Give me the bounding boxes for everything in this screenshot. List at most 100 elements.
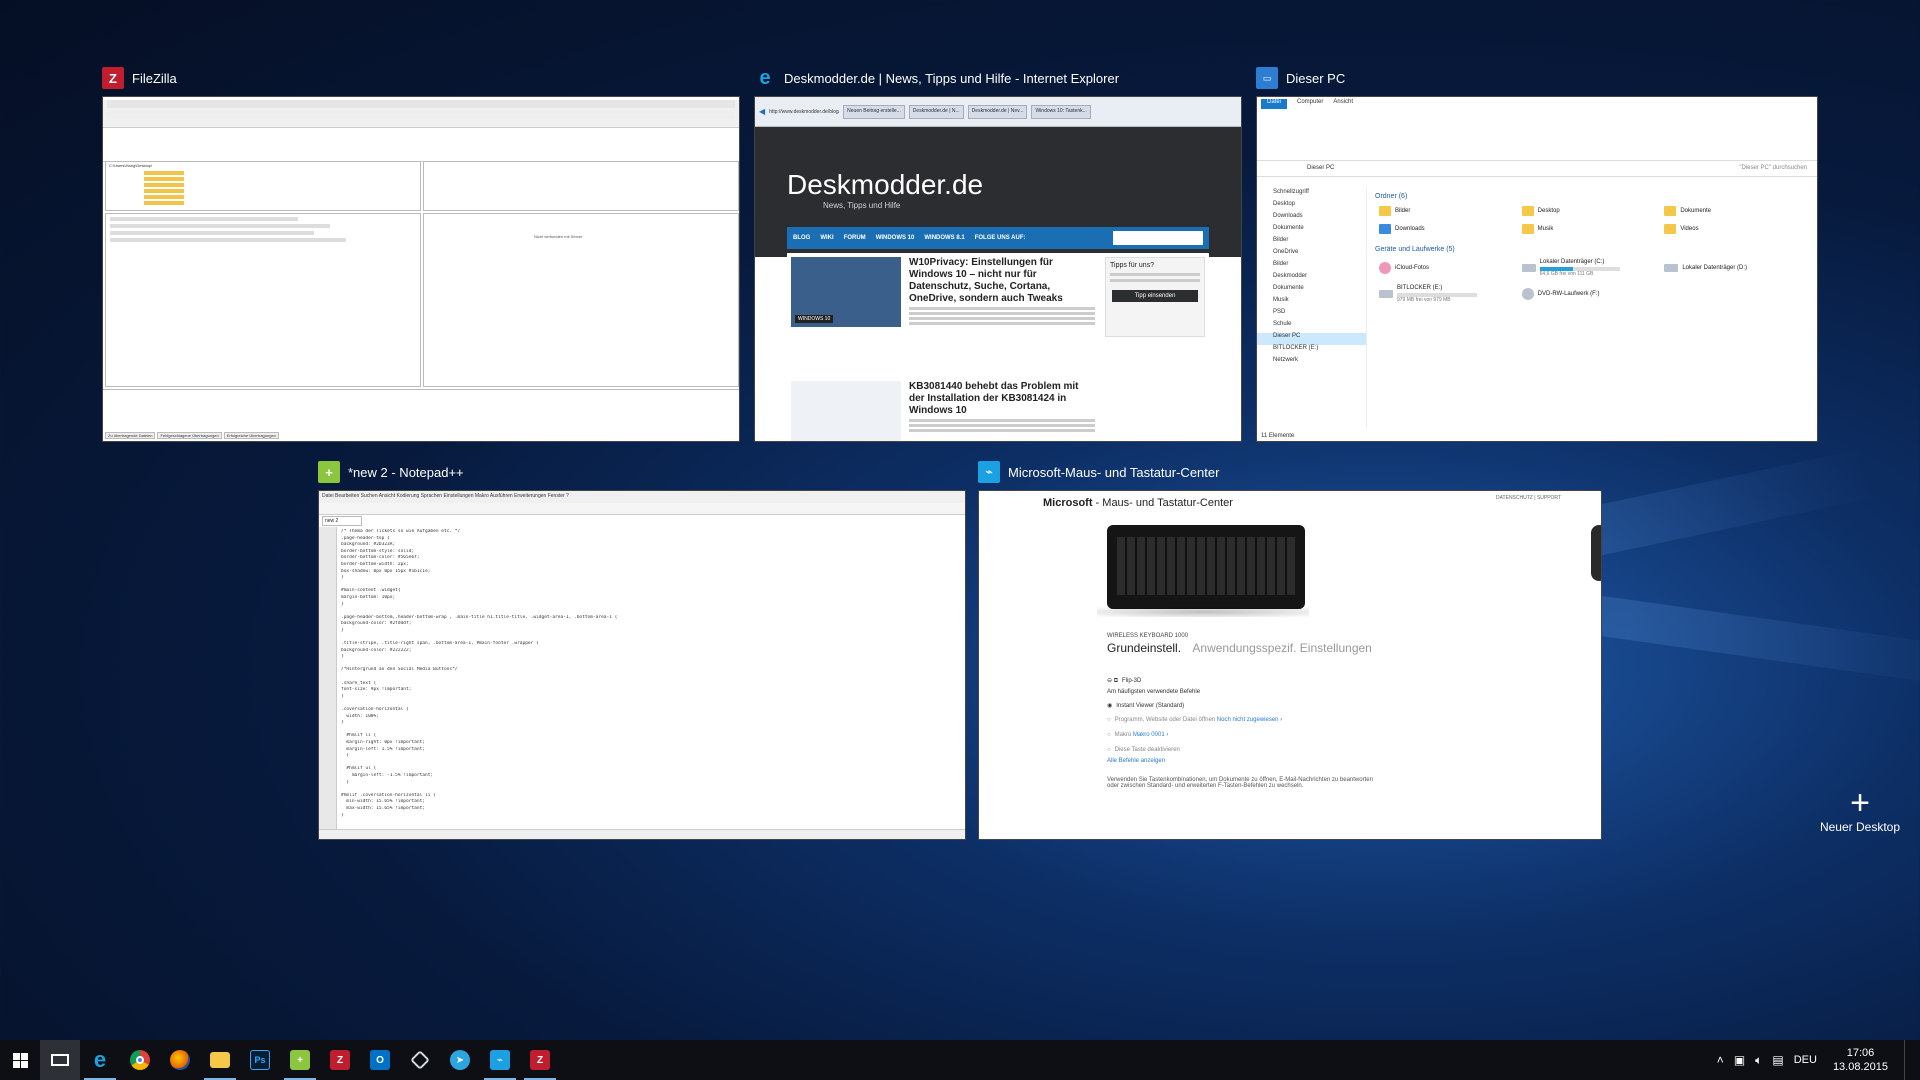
remote-file-list[interactable]: Nicht verbunden mit Server bbox=[423, 213, 739, 387]
ie-address-bar[interactable]: ◀ http://www.deskmodder.de/blog/ Neuen B… bbox=[755, 97, 1241, 127]
nav-item[interactable]: WINDOWS 10 bbox=[876, 235, 915, 241]
input-language[interactable]: DEU bbox=[1794, 1054, 1817, 1066]
option-open-program[interactable]: ○ Programm, Website oder Datei öffnen Noc… bbox=[1107, 717, 1282, 723]
new-desktop-button[interactable]: + Neuer Desktop bbox=[1810, 786, 1910, 834]
taskbar-chrome[interactable] bbox=[120, 1040, 160, 1080]
nav-item[interactable]: BLOG bbox=[793, 235, 810, 241]
toolbar[interactable] bbox=[319, 503, 965, 515]
drive-item[interactable]: Lokaler Datenträger (C:) 64,6 GB frei vo… bbox=[1521, 259, 1665, 277]
start-button[interactable] bbox=[0, 1040, 40, 1080]
queue-tab[interactable]: Erfolgreiche Übertragungen bbox=[223, 432, 279, 439]
drive-item[interactable]: Lokaler Datenträger (D:) bbox=[1664, 259, 1807, 277]
nav-item[interactable]: Dokumente bbox=[1257, 285, 1366, 297]
queue-tab[interactable]: Fehlgeschlagene Übertragungen bbox=[157, 432, 222, 439]
back-icon[interactable]: ◀ bbox=[759, 107, 765, 116]
nav-item[interactable]: Desktop bbox=[1257, 201, 1366, 213]
nav-item[interactable]: OneDrive bbox=[1257, 249, 1366, 261]
folder-item[interactable]: Dokumente bbox=[1664, 206, 1807, 216]
nav-item[interactable]: Downloads bbox=[1257, 213, 1366, 225]
folder-item[interactable]: Desktop bbox=[1521, 206, 1665, 216]
nav-item[interactable]: Dokumente bbox=[1257, 225, 1366, 237]
network-icon[interactable]: ▣ bbox=[1734, 1053, 1745, 1067]
option-macro[interactable]: ○ Makro Makro 0001 › bbox=[1107, 732, 1168, 738]
nav-item[interactable]: Schule bbox=[1257, 321, 1366, 333]
option-instant-viewer[interactable]: ◉ Instant Viewer (Standard) bbox=[1107, 702, 1184, 709]
nav-item[interactable]: PSD bbox=[1257, 309, 1366, 321]
local-tree-pane[interactable]: C:\Users\Hang\Desktop\ bbox=[105, 161, 421, 211]
taskbar-mouse-keyboard-center[interactable]: ⌁ bbox=[480, 1040, 520, 1080]
remote-tree-pane[interactable] bbox=[423, 161, 739, 211]
show-all-commands-link[interactable]: Alle Befehle anzeigen bbox=[1107, 758, 1165, 764]
folder-item[interactable]: Musik bbox=[1521, 224, 1665, 234]
folder-item[interactable]: Videos bbox=[1664, 224, 1807, 234]
nav-item[interactable]: FORUM bbox=[844, 235, 866, 241]
nav-item[interactable]: FOLGE UNS AUF: bbox=[975, 235, 1026, 241]
article-title[interactable]: W10Privacy: Einstellungen für Windows 10… bbox=[909, 257, 1095, 305]
article-title[interactable]: KB3081440 behebt das Problem mit der Ins… bbox=[909, 381, 1095, 417]
nav-item[interactable]: WIKI bbox=[820, 235, 833, 241]
drive-item[interactable]: BITLOCKER (E:) 979 MB frei von 979 MB bbox=[1379, 285, 1522, 303]
browser-tab[interactable]: Deskmodder.de | Nev... bbox=[967, 104, 1028, 119]
folder-item[interactable]: Bilder bbox=[1379, 206, 1522, 216]
task-view-button[interactable] bbox=[40, 1040, 80, 1080]
queue-tab[interactable]: Zu übertragende Dateien bbox=[105, 432, 156, 439]
code-editor[interactable]: /* Thema der Tickets so wie Aufgaben etc… bbox=[319, 527, 965, 829]
volume-icon[interactable]: 🔈︎ bbox=[1755, 1053, 1762, 1068]
nav-item[interactable]: Schnellzugriff bbox=[1257, 189, 1366, 201]
ribbon-tab[interactable]: Datei bbox=[1261, 99, 1288, 109]
taskbar-filezilla[interactable]: Z bbox=[320, 1040, 360, 1080]
nav-item[interactable]: Musik bbox=[1257, 297, 1366, 309]
nav-item[interactable]: Netzwerk bbox=[1257, 357, 1366, 369]
mouse-image[interactable] bbox=[1591, 525, 1601, 581]
group-header[interactable]: Geräte und Laufwerke (5) bbox=[1375, 246, 1811, 253]
taskbar-notepad-plus-plus[interactable]: + bbox=[280, 1040, 320, 1080]
taskbar-telegram[interactable]: ➤ bbox=[440, 1040, 480, 1080]
chevron-up-icon[interactable]: ˄ bbox=[1717, 1053, 1724, 1067]
window-thumbnail-filezilla[interactable]: Z FileZilla C:\Users\Hang\Desktop\ Nicht… bbox=[102, 67, 740, 442]
taskbar-virtualbox[interactable] bbox=[400, 1040, 440, 1080]
nav-item[interactable]: Bilder bbox=[1257, 261, 1366, 273]
taskbar-internet-explorer[interactable]: e bbox=[80, 1040, 120, 1080]
browser-tab[interactable]: Windows 10: Tastenk... bbox=[1031, 104, 1091, 119]
nav-item-selected[interactable]: Dieser PC bbox=[1257, 333, 1366, 345]
drive-item[interactable]: DVD-RW-Laufwerk (F:) bbox=[1521, 285, 1665, 303]
taskbar-filezilla-2[interactable]: Z bbox=[520, 1040, 560, 1080]
article-image[interactable]: WINDOWS 10 bbox=[791, 257, 901, 327]
tab-basic-settings[interactable]: Grundeinstell. bbox=[1107, 641, 1181, 655]
menu-bar[interactable]: Datei Bearbeiten Suchen Ansicht Kodierun… bbox=[319, 491, 965, 503]
site-logo[interactable]: Deskmodder.de bbox=[787, 169, 983, 201]
ribbon-tab[interactable]: Computer bbox=[1297, 99, 1323, 109]
browser-tab[interactable]: Deskmodder.de | N... bbox=[908, 104, 964, 119]
address-field[interactable]: http://www.deskmodder.de/blog/ bbox=[769, 109, 839, 115]
window-thumbnail-notepad-plus-plus[interactable]: + *new 2 - Notepad++ Datei Bearbeiten Su… bbox=[318, 461, 966, 840]
editor-tab[interactable]: new 2 bbox=[322, 516, 362, 526]
option-disable-key[interactable]: ○ Diese Taste deaktivieren bbox=[1107, 747, 1180, 753]
folder-item[interactable]: Downloads bbox=[1379, 224, 1522, 234]
top-links[interactable]: DATENSCHUTZ | SUPPORT bbox=[1496, 495, 1561, 501]
tab-app-specific-settings[interactable]: Anwendungsspezif. Einstellungen bbox=[1192, 641, 1371, 655]
drive-item[interactable]: iCloud-Fotos bbox=[1379, 259, 1522, 277]
taskbar-outlook[interactable]: O bbox=[360, 1040, 400, 1080]
taskbar-file-explorer[interactable] bbox=[200, 1040, 240, 1080]
key-row[interactable]: ⊖ ⧉ Flip-3D bbox=[1107, 677, 1141, 685]
window-thumbnail-internet-explorer[interactable]: e Deskmodder.de | News, Tipps und Hilfe … bbox=[754, 67, 1242, 442]
site-search-input[interactable]: Suche... bbox=[1113, 231, 1203, 245]
nav-item[interactable]: Bilder bbox=[1257, 237, 1366, 249]
action-center-icon[interactable]: ▤ bbox=[1772, 1053, 1783, 1067]
window-thumbnail-this-pc[interactable]: ▭ Dieser PC Datei Computer Ansicht Diese… bbox=[1256, 67, 1818, 442]
browser-tab[interactable]: Neuen Beitrag erstelle... bbox=[843, 104, 905, 119]
show-desktop-button[interactable] bbox=[1904, 1040, 1910, 1080]
nav-item[interactable]: WINDOWS 8.1 bbox=[924, 235, 964, 241]
nav-item[interactable]: Deskmodder bbox=[1257, 273, 1366, 285]
search-input[interactable]: "Dieser PC" durchsuchen bbox=[1739, 165, 1807, 171]
ribbon-tab[interactable]: Ansicht bbox=[1333, 99, 1353, 109]
local-file-list[interactable] bbox=[105, 213, 421, 387]
article-image[interactable] bbox=[791, 381, 901, 441]
address-bar[interactable]: Dieser PC "Dieser PC" durchsuchen bbox=[1257, 161, 1817, 177]
tip-submit-button[interactable]: Tipp einsenden bbox=[1112, 290, 1198, 302]
window-thumbnail-mouse-keyboard-center[interactable]: ⌁ Microsoft-Maus- und Tastatur-Center Mi… bbox=[978, 461, 1602, 840]
nav-item[interactable]: BITLOCKER (E:) bbox=[1257, 345, 1366, 357]
clock[interactable]: 17:06 13.08.2015 bbox=[1827, 1046, 1894, 1074]
group-header[interactable]: Ordner (6) bbox=[1375, 193, 1811, 200]
taskbar-firefox[interactable] bbox=[160, 1040, 200, 1080]
